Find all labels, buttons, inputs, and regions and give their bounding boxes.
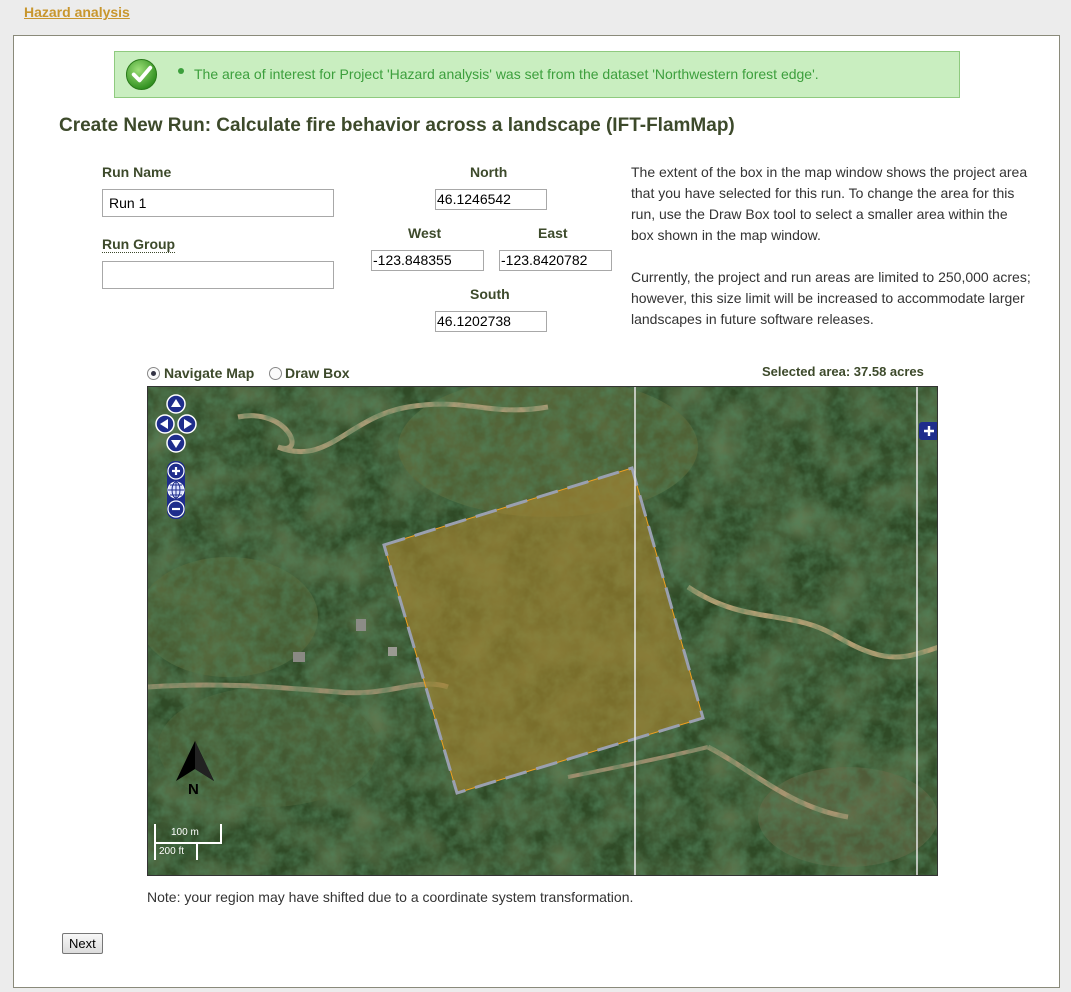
east-input[interactable]: -123.8420782 xyxy=(499,250,612,271)
alert-message: The area of interest for Project 'Hazard… xyxy=(194,66,819,82)
navigate-map-radio[interactable] xyxy=(147,367,160,380)
coordinate-note: Note: your region may have shifted due t… xyxy=(147,889,634,905)
main-panel: The area of interest for Project 'Hazard… xyxy=(13,35,1060,988)
pan-controls[interactable] xyxy=(154,394,198,454)
north-arrow: N xyxy=(172,739,218,801)
next-button[interactable]: Next xyxy=(62,933,103,954)
scale-imperial-label: 200 ft xyxy=(159,846,185,857)
west-input[interactable]: -123.848355 xyxy=(371,250,484,271)
draw-box-radio[interactable] xyxy=(269,367,282,380)
map-viewport[interactable]: N 100 m 200 ft xyxy=(147,386,938,876)
north-label: North xyxy=(470,164,508,180)
draw-box-label[interactable]: Draw Box xyxy=(285,365,350,381)
breadcrumb-hazard-analysis[interactable]: Hazard analysis xyxy=(24,4,130,20)
run-name-label: Run Name xyxy=(102,164,172,180)
run-group-input[interactable] xyxy=(102,261,334,289)
list-bullet xyxy=(178,68,184,74)
east-label: East xyxy=(538,225,568,241)
scale-bar: 100 m 200 ft xyxy=(154,824,224,864)
run-group-label: Run Group xyxy=(102,236,176,253)
check-circle-icon xyxy=(125,58,158,91)
help-text: The extent of the box in the map window … xyxy=(631,162,1031,351)
layer-switcher-plus-icon[interactable] xyxy=(919,422,938,440)
south-label: South xyxy=(470,286,510,302)
page-title: Create New Run: Calculate fire behavior … xyxy=(59,115,735,136)
north-arrow-icon xyxy=(176,741,214,781)
west-label: West xyxy=(408,225,442,241)
run-name-input[interactable]: Run 1 xyxy=(102,189,334,217)
success-alert: The area of interest for Project 'Hazard… xyxy=(114,51,960,98)
scale-metric-label: 100 m xyxy=(171,827,199,838)
south-input[interactable]: 46.1202738 xyxy=(435,311,547,332)
aerial-imagery xyxy=(148,387,937,875)
selected-area-readout: Selected area: 37.58 acres xyxy=(762,364,924,379)
navigate-map-label[interactable]: Navigate Map xyxy=(164,365,254,381)
zoom-controls[interactable] xyxy=(165,461,187,519)
help-paragraph-limit: Currently, the project and run areas are… xyxy=(631,269,1031,327)
help-paragraph-extent: The extent of the box in the map window … xyxy=(631,164,1028,243)
north-arrow-label: N xyxy=(188,781,199,798)
north-input[interactable]: 46.1246542 xyxy=(435,189,547,210)
